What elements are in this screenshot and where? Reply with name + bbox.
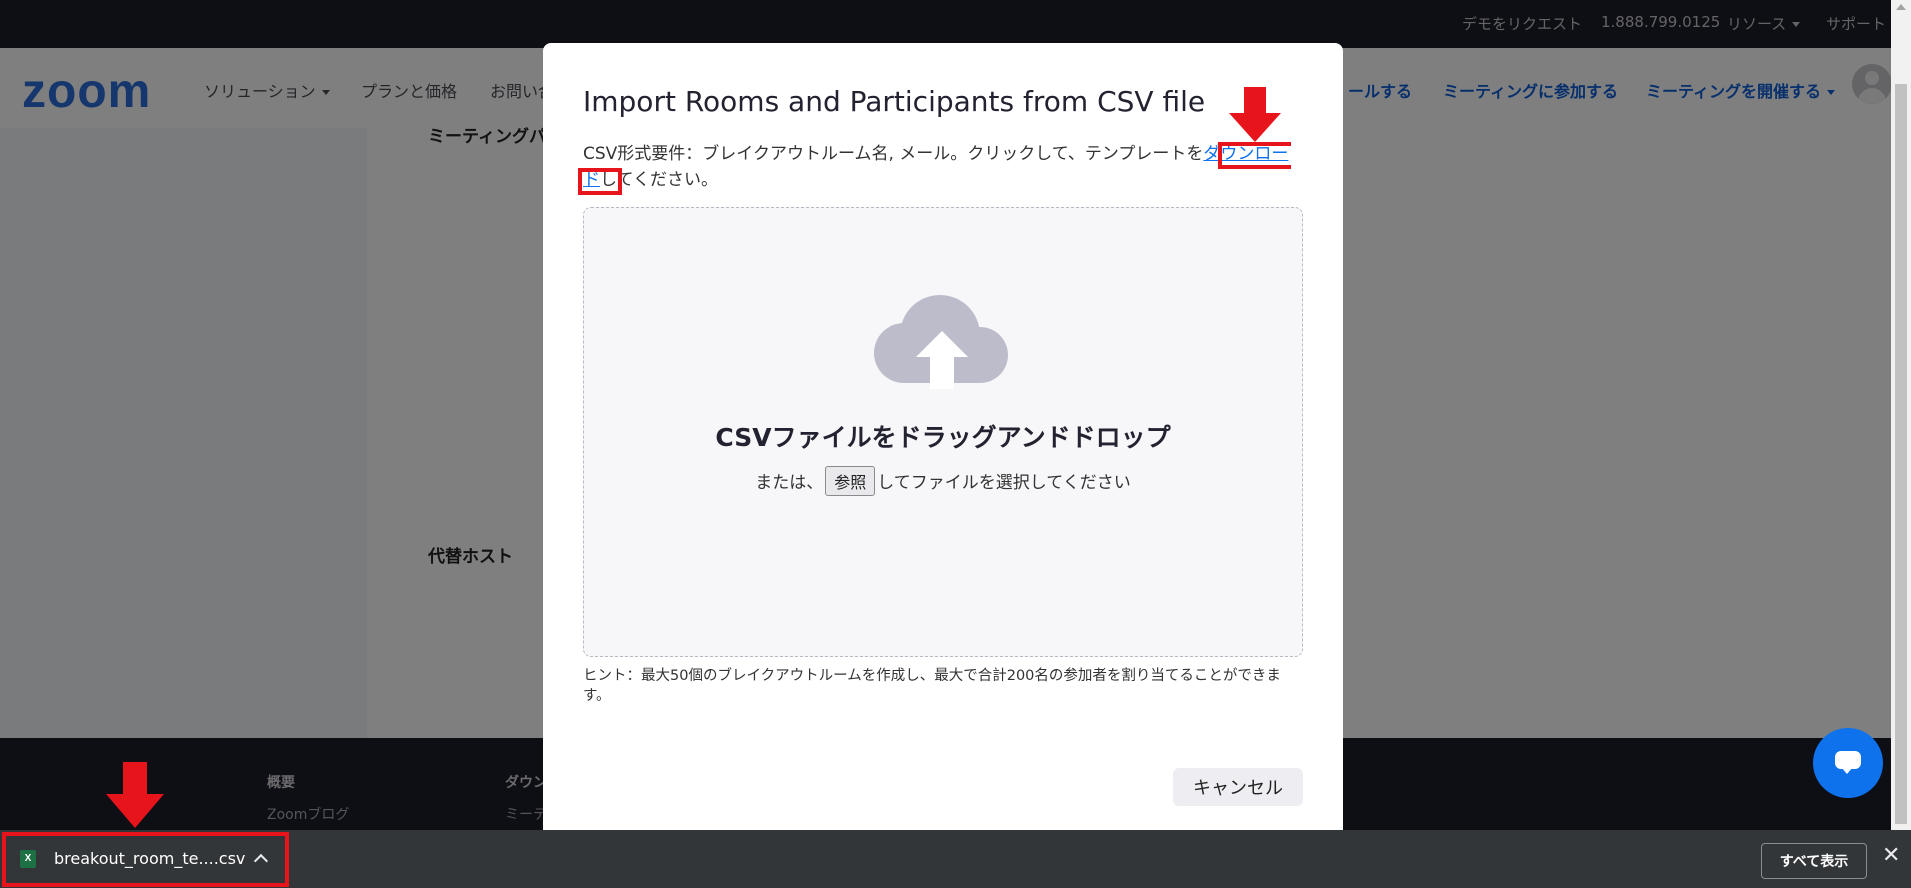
page-scrollbar[interactable]	[1891, 0, 1911, 830]
annotation-highlight-side	[1218, 142, 1222, 169]
close-icon[interactable]: ✕	[1882, 843, 1900, 868]
drop-zone-subtitle: または、 参照 してファイルを選択してください	[584, 466, 1302, 496]
drop-or-text: または、	[755, 473, 824, 493]
requirements-prefix: CSV形式要件：ブレイクアウトルーム名, メール。クリックして、テンプレートを	[583, 144, 1204, 164]
annotation-download-box	[2, 832, 289, 887]
annotation-highlight-bottom	[1218, 165, 1291, 169]
drop-after-text: してファイルを選択してください	[877, 473, 1131, 493]
red-arrow-down-icon	[106, 762, 164, 828]
annotation-highlight-top	[1218, 142, 1291, 146]
annotation-highlight-box	[578, 168, 622, 195]
scroll-thumb[interactable]	[1895, 84, 1907, 824]
browse-button[interactable]: 参照	[825, 466, 876, 496]
import-csv-dialog: Import Rooms and Participants from CSV f…	[543, 43, 1343, 830]
dialog-title: Import Rooms and Participants from CSV f…	[583, 85, 1206, 118]
red-arrow-down-icon	[1229, 87, 1281, 142]
show-all-downloads-button[interactable]: すべて表示	[1761, 843, 1867, 879]
chat-bubble-tail-icon	[1841, 767, 1853, 774]
scroll-up-arrow-icon[interactable]	[1896, 4, 1906, 10]
cancel-button[interactable]: キャンセル	[1173, 768, 1303, 806]
chat-button[interactable]	[1813, 728, 1883, 798]
csv-requirements-text: CSV形式要件：ブレイクアウトルーム名, メール。クリックして、テンプレートをダ…	[583, 141, 1303, 193]
drop-zone-title: CSVファイルをドラッグアンドドロップ	[715, 423, 1171, 452]
hint-text: ヒント：最大50個のブレイクアウトルームを作成し、最大で合計200名の参加者を割…	[583, 668, 1281, 704]
csv-drop-zone[interactable]: CSVファイルをドラッグアンドドロップ または、 参照 してファイルを選択してくださ…	[583, 207, 1303, 657]
cloud-upload-icon	[874, 295, 1008, 389]
